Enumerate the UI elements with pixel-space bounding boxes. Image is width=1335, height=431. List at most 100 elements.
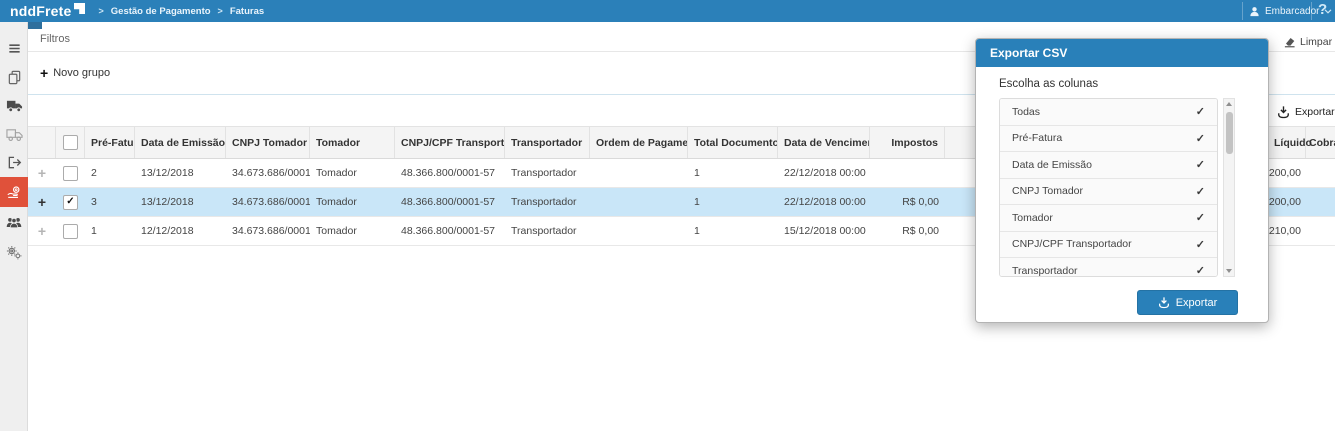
option-label: Todas xyxy=(1012,105,1041,118)
column-options-list: Todas ✓ Pré-Fatura ✓ Data de Emissão ✓ C… xyxy=(999,98,1218,277)
cell-ordem-pagamento xyxy=(590,217,688,245)
filters-title: Filtros xyxy=(40,33,70,45)
topbar-divider xyxy=(1242,2,1243,20)
option-data-emissao[interactable]: Data de Emissão ✓ xyxy=(1000,152,1217,179)
breadcrumb-sep-icon: > xyxy=(217,6,223,16)
cell-data-emissao: 13/12/2018 xyxy=(141,196,194,208)
export-button-label: Exportar xyxy=(1175,296,1218,309)
cell-data-emissao: 12/12/2018 xyxy=(141,225,194,237)
cell-transportador: Transportador xyxy=(511,167,577,179)
header-impostos[interactable]: Impostos xyxy=(870,127,945,158)
export-button[interactable]: Exportar xyxy=(1137,290,1238,315)
cell-cnpj-tomador: 34.673.686/0001-01 xyxy=(232,196,310,208)
modal-subtitle: Escolha as colunas xyxy=(999,78,1099,90)
option-label: Transportador xyxy=(1012,264,1078,277)
export-icon[interactable] xyxy=(0,148,28,177)
export-csv-modal: Exportar CSV Escolha as colunas Todas ✓ … xyxy=(975,38,1269,323)
cell-pre-fatura: 1 xyxy=(91,225,97,237)
cell-data-vencimento: 15/12/2018 00:00 xyxy=(784,225,866,237)
clear-filter-label: Limpar filtro xyxy=(1300,36,1335,48)
cell-data-vencimento: 22/12/2018 00:00 xyxy=(784,196,866,208)
cell-transportador: Transportador xyxy=(511,225,577,237)
list-scrollbar[interactable] xyxy=(1223,98,1235,277)
header-data-emissao-label: Data de Emissão xyxy=(141,136,226,149)
header-expand-column xyxy=(28,127,56,158)
option-label: CNPJ Tomador xyxy=(1012,185,1083,198)
row-checkbox-cell[interactable]: ✓ xyxy=(56,188,85,216)
breadcrumb: > Gestão de Pagamento > Faturas xyxy=(99,6,265,17)
app-logo[interactable]: nddFrete xyxy=(10,3,85,19)
expand-row-button[interactable]: + xyxy=(28,188,56,216)
cell-cnpj-tomador: 34.673.686/0001-01 xyxy=(232,225,310,237)
row-checkbox[interactable] xyxy=(63,223,78,239)
new-group-button[interactable]: + Novo grupo xyxy=(40,64,110,81)
column-divider xyxy=(1305,127,1306,158)
cell-pre-fatura: 3 xyxy=(91,196,97,208)
header-total-documentos[interactable]: Total Documentos xyxy=(688,127,778,158)
header-cobranca[interactable]: Cobra xyxy=(1309,127,1335,158)
header-ordem-pagamento[interactable]: Ordem de Pagamento xyxy=(590,127,688,158)
eraser-icon xyxy=(1284,38,1295,48)
scroll-down-arrow-icon[interactable] xyxy=(1226,269,1232,273)
row-checkbox-cell[interactable] xyxy=(56,217,85,245)
option-label: Data de Emissão xyxy=(1012,158,1092,171)
check-icon: ✓ xyxy=(1195,238,1205,251)
active-tab-notch xyxy=(28,22,42,29)
row-checkbox[interactable] xyxy=(63,165,78,181)
expand-row-button[interactable]: + xyxy=(28,217,56,245)
expand-row-button[interactable]: + xyxy=(28,159,56,187)
truck-icon[interactable] xyxy=(0,91,28,120)
settings-gears-icon[interactable] xyxy=(0,238,28,267)
export-csv-link-label: Exportar CSV xyxy=(1295,106,1335,118)
cell-data-emissao: 13/12/2018 xyxy=(141,167,194,179)
cell-cnpj-cpf-transportador: 48.366.800/0001-57 xyxy=(401,167,496,179)
cell-ordem-pagamento xyxy=(590,159,688,187)
breadcrumb-faturas[interactable]: Faturas xyxy=(230,6,264,17)
option-pre-fatura[interactable]: Pré-Fatura ✓ xyxy=(1000,125,1217,152)
cell-impostos xyxy=(870,159,945,187)
payment-hand-icon[interactable] xyxy=(0,177,28,207)
header-select-all[interactable] xyxy=(56,127,85,158)
documents-icon[interactable] xyxy=(0,63,28,92)
row-checkbox-cell[interactable] xyxy=(56,159,85,187)
cell-cnpj-cpf-transportador: 48.366.800/0001-57 xyxy=(401,196,496,208)
plus-icon: + xyxy=(40,64,49,81)
scrollbar-thumb[interactable] xyxy=(1225,112,1233,154)
download-icon xyxy=(1278,106,1289,119)
topbar-divider xyxy=(1311,2,1312,20)
option-transportador[interactable]: Transportador ✓ xyxy=(1000,258,1217,277)
scroll-up-arrow-icon[interactable] xyxy=(1226,102,1232,106)
cell-total-documentos: 1 xyxy=(694,196,700,208)
header-data-vencimento[interactable]: Data de Vencimento xyxy=(778,127,870,158)
option-label: CNPJ/CPF Transportador xyxy=(1012,238,1132,251)
users-icon[interactable] xyxy=(0,208,28,237)
header-pre-fatura[interactable]: Pré-Fatura xyxy=(85,127,135,158)
check-icon: ✓ xyxy=(1195,106,1205,119)
help-icon[interactable]: ? xyxy=(1318,1,1327,18)
header-tomador[interactable]: Tomador xyxy=(310,127,395,158)
clear-filter-button[interactable]: Limpar filtro xyxy=(1283,36,1335,48)
option-tomador[interactable]: Tomador ✓ xyxy=(1000,205,1217,232)
breadcrumb-gestao-pagamento[interactable]: Gestão de Pagamento xyxy=(111,6,211,17)
cell-total-documentos: 1 xyxy=(694,167,700,179)
option-cnpj-cpf-transportador[interactable]: CNPJ/CPF Transportador ✓ xyxy=(1000,231,1217,258)
cell-total-documentos: 1 xyxy=(694,225,700,237)
header-cnpj-cpf-transportador[interactable]: CNPJ/CPF Transportador xyxy=(395,127,505,158)
header-data-emissao[interactable]: Data de Emissão ↓ xyxy=(135,127,226,158)
export-csv-link[interactable]: Exportar CSV xyxy=(1277,105,1335,119)
top-navbar: nddFrete > Gestão de Pagamento > Faturas… xyxy=(0,0,1335,22)
row-checkbox-checked[interactable]: ✓ xyxy=(63,194,78,210)
option-todas[interactable]: Todas ✓ xyxy=(1000,99,1217,126)
header-liquido[interactable]: Líquido xyxy=(1274,127,1312,158)
cell-tomador: Tomador xyxy=(316,167,357,179)
cell-impostos: R$ 0,00 xyxy=(902,196,939,208)
select-all-checkbox[interactable] xyxy=(62,135,78,150)
option-cnpj-tomador[interactable]: CNPJ Tomador ✓ xyxy=(1000,178,1217,205)
cell-transportador: Transportador xyxy=(511,196,577,208)
download-icon xyxy=(1158,297,1169,309)
menu-icon[interactable] xyxy=(0,34,28,63)
user-icon xyxy=(1250,6,1259,16)
header-cnpj-tomador[interactable]: CNPJ Tomador xyxy=(226,127,310,158)
header-transportador[interactable]: Transportador xyxy=(505,127,590,158)
truck-outline-icon[interactable] xyxy=(0,120,28,149)
